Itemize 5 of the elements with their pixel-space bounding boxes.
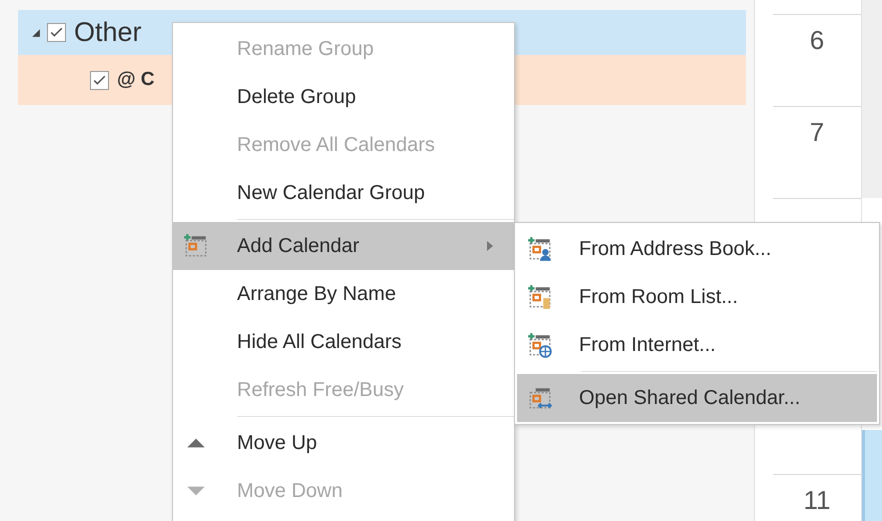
hour-label: 11 (804, 485, 830, 516)
group-label: Other (74, 17, 142, 48)
hour-label: 7 (810, 117, 824, 148)
calendar-label: @ C (117, 69, 155, 91)
hour-label: 6 (810, 25, 824, 56)
